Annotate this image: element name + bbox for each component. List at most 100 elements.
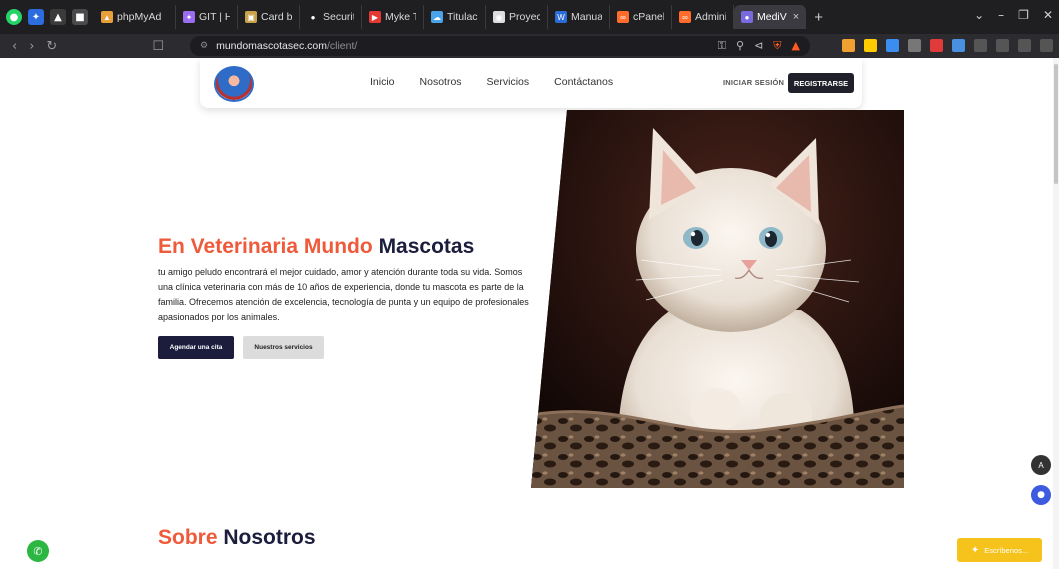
reload-icon[interactable]: ↻	[46, 39, 57, 54]
browser-toolbar: ‹ › ↻ ☐ ⚙ mundomascotasec.com/client/ ⚿ …	[0, 34, 1059, 58]
tab-favicon-icon: ✦	[183, 11, 195, 23]
window-controls: ⌄ – ❐ ✕	[974, 8, 1053, 22]
address-bar-actions: ⚿ ⚲ ⊲ ⛨ ▲	[718, 39, 800, 53]
extensions-bar	[842, 39, 1053, 52]
tab-favicon-icon: ▣	[245, 11, 257, 23]
tab-list-icon[interactable]: ⌄	[974, 8, 984, 22]
medivet-favicon-icon: ●	[741, 11, 753, 23]
tab-active-label: MediV	[757, 11, 787, 23]
browser-tab[interactable]: W Manual Te	[548, 5, 610, 29]
tab-favicon-icon: ◉	[493, 11, 505, 23]
tab-favicon-icon: ▶	[369, 11, 381, 23]
tab-label: phpMyAd	[117, 11, 162, 23]
browser-tab-bar: ● ✦ ▲ ■ ▲ phpMyAd ✦ GIT | Hosti ▣ Card by C ● S…	[0, 0, 1059, 34]
extension-2-icon[interactable]	[864, 39, 877, 52]
extensions-puzzle-icon[interactable]	[974, 39, 987, 52]
tab-label: Administr	[695, 11, 726, 23]
sparkle-icon: ✦	[970, 544, 980, 556]
key-icon[interactable]: ⚿	[718, 39, 726, 53]
tab-label: cPanel - T	[633, 11, 664, 23]
square-pinned-icon[interactable]: ■	[72, 9, 88, 25]
main-menu: Inicio Nosotros Servicios Contáctanos	[370, 76, 613, 88]
extension-5-icon[interactable]	[930, 39, 943, 52]
hero-title-dark: Mascotas	[378, 235, 475, 258]
about-title-dark: Nosotros	[223, 526, 316, 549]
browser-tab[interactable]: ▲ phpMyAd	[94, 5, 176, 29]
browser-tab[interactable]: ∞ cPanel - T	[610, 5, 672, 29]
nav-link-inicio[interactable]: Inicio	[370, 76, 395, 88]
chat-widget-button[interactable]: ✦ Escríbenos...	[957, 538, 1042, 562]
scrollbar-thumb[interactable]	[1054, 64, 1058, 184]
browser-menu-icon[interactable]	[1040, 39, 1053, 52]
tab-favicon-icon: ∞	[617, 11, 629, 23]
register-button[interactable]: REGISTRARSE	[788, 73, 854, 93]
nav-link-servicios[interactable]: Servicios	[487, 76, 530, 88]
hero-title: En Veterinaria Mundo Mascotas	[158, 235, 474, 259]
browser-tab[interactable]: ✦ GIT | Hosti	[176, 5, 238, 29]
tab-strip: ▲ phpMyAd ✦ GIT | Hosti ▣ Card by C ● Security …	[94, 0, 734, 34]
chat-widget-label: Escríbenos...	[984, 545, 1029, 555]
tab-label: Titulacion	[447, 11, 478, 23]
hero-title-orange: En Veterinaria Mundo	[158, 235, 373, 258]
back-icon[interactable]: ‹	[12, 39, 17, 54]
brave-shield-icon[interactable]: ⛨	[773, 39, 781, 53]
sparkle-pinned-icon[interactable]: ✦	[28, 9, 44, 25]
share-icon[interactable]: ⊲	[754, 39, 763, 53]
hero-kitten-image	[531, 110, 904, 488]
book-appointment-button[interactable]: Agendar una cita	[158, 336, 234, 359]
translate-icon[interactable]: A	[1031, 455, 1051, 475]
minimize-icon[interactable]: –	[998, 8, 1004, 22]
tab-close-icon[interactable]: ×	[793, 11, 799, 23]
browser-tab[interactable]: ● Security - A	[300, 5, 362, 29]
tab-active[interactable]: ● MediV ×	[734, 5, 807, 29]
wallet-icon[interactable]	[1018, 39, 1031, 52]
page-scrollbar[interactable]	[1053, 58, 1059, 569]
tab-favicon-icon: ▲	[101, 11, 113, 23]
tab-label: Proyecto C	[509, 11, 540, 23]
bookmark-icon[interactable]: ☐	[152, 39, 164, 54]
tab-favicon-icon: ●	[310, 12, 316, 22]
whatsapp-icon[interactable]: ✆	[27, 540, 49, 562]
chatbot-icon[interactable]: ●	[1031, 485, 1051, 505]
tab-favicon-icon: W	[555, 11, 567, 23]
restore-icon[interactable]: ❐	[1018, 8, 1029, 22]
browser-tab[interactable]: ∞ Administr	[672, 5, 734, 29]
about-section-title: Sobre Nosotros	[158, 526, 316, 550]
forward-icon[interactable]: ›	[29, 39, 34, 54]
tab-label: Manual Te	[571, 11, 602, 23]
url-path: /client/	[326, 40, 358, 52]
tab-favicon-icon: ☁	[431, 11, 443, 23]
our-services-button[interactable]: Nuestros servicios	[243, 336, 324, 359]
whatsapp-pinned-icon[interactable]: ●	[6, 9, 22, 25]
extension-4-icon[interactable]	[908, 39, 921, 52]
web-page: Inicio Nosotros Servicios Contáctanos IN…	[0, 58, 1059, 569]
browser-tab[interactable]: ◉ Proyecto C	[486, 5, 548, 29]
new-tab-button[interactable]: +	[814, 9, 823, 26]
sidebar-toggle-icon[interactable]	[996, 39, 1009, 52]
brave-rewards-icon[interactable]: ▲	[792, 39, 800, 53]
extension-1-icon[interactable]	[842, 39, 855, 52]
extension-3-icon[interactable]	[886, 39, 899, 52]
about-title-orange: Sobre	[158, 526, 218, 549]
zoom-icon[interactable]: ⚲	[736, 39, 744, 53]
browser-tab[interactable]: ▣ Card by C	[238, 5, 300, 29]
tab-label: Card by C	[261, 11, 292, 23]
hero-description: tu amigo peludo encontrará el mejor cuid…	[158, 267, 529, 322]
close-window-icon[interactable]: ✕	[1043, 8, 1053, 22]
app-pinned-icon[interactable]: ▲	[50, 9, 66, 25]
pinned-tabs: ● ✦ ▲ ■	[6, 9, 88, 25]
browser-tab[interactable]: ☁ Titulacion	[424, 5, 486, 29]
address-bar[interactable]: ⚙ mundomascotasec.com/client/ ⚿ ⚲ ⊲ ⛨ ▲	[190, 36, 810, 56]
tab-label: Security - A	[323, 11, 354, 23]
tab-label: GIT | Hosti	[199, 11, 230, 23]
site-logo[interactable]	[214, 66, 254, 102]
tab-label: Myke Tow	[385, 11, 416, 23]
login-link[interactable]: INICIAR SESIÓN	[723, 78, 784, 87]
extension-6-icon[interactable]	[952, 39, 965, 52]
site-navbar: Inicio Nosotros Servicios Contáctanos IN…	[200, 58, 862, 108]
nav-link-contactanos[interactable]: Contáctanos	[554, 76, 613, 88]
site-info-icon[interactable]: ⚙	[200, 41, 208, 51]
url-host: mundomascotasec.com	[216, 40, 327, 52]
browser-tab[interactable]: ▶ Myke Tow	[362, 5, 424, 29]
nav-link-nosotros[interactable]: Nosotros	[420, 76, 462, 88]
